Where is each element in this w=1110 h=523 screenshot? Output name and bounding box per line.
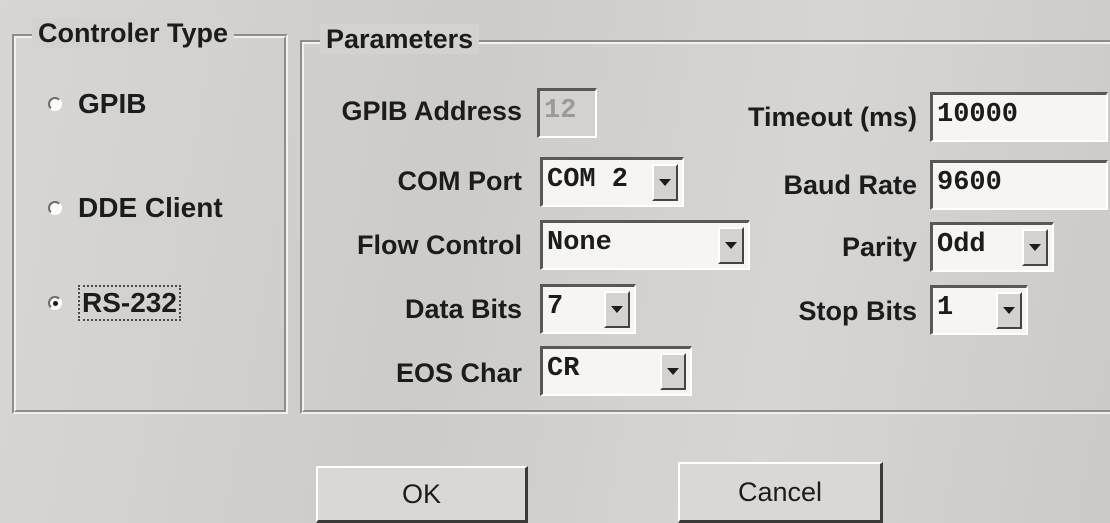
radio-dde-client-label: DDE Client: [78, 192, 223, 223]
cancel-button[interactable]: Cancel: [678, 462, 883, 523]
chevron-down-icon[interactable]: [604, 291, 630, 328]
radio-rs232[interactable]: RS-232: [48, 285, 181, 321]
ok-button[interactable]: OK: [316, 466, 528, 523]
parity-value: Odd: [937, 230, 986, 260]
timeout-label: Timeout (ms): [747, 102, 917, 132]
baud-rate-value: 9600: [937, 168, 1002, 198]
eos-char-value: CR: [547, 354, 580, 384]
stop-bits-value: 1: [937, 293, 954, 323]
com-port-label: COM Port: [397, 166, 523, 196]
radio-gpib[interactable]: GPIB: [48, 88, 146, 120]
timeout-field[interactable]: 10000: [930, 92, 1108, 142]
stop-bits-dropdown[interactable]: 1: [930, 285, 1028, 335]
radio-gpib-label: GPIB: [78, 88, 147, 119]
data-bits-label: Data Bits: [404, 294, 522, 324]
com-port-dropdown[interactable]: COM 2: [540, 157, 684, 207]
flow-control-dropdown[interactable]: None: [540, 220, 750, 270]
radio-icon[interactable]: [48, 201, 62, 215]
flow-control-value: None: [547, 228, 612, 258]
radio-dde-client[interactable]: DDE Client: [48, 192, 223, 224]
parity-dropdown[interactable]: Odd: [930, 222, 1054, 272]
baud-rate-label: Baud Rate: [783, 170, 917, 200]
chevron-down-icon[interactable]: [652, 164, 678, 201]
com-port-value: COM 2: [547, 165, 629, 195]
chevron-down-icon[interactable]: [996, 292, 1022, 329]
eos-char-dropdown[interactable]: CR: [540, 346, 692, 396]
parity-label: Parity: [841, 232, 917, 262]
flow-control-label: Flow Control: [357, 230, 522, 260]
gpib-address-label: GPIB Address: [341, 96, 522, 126]
data-bits-dropdown[interactable]: 7: [540, 284, 636, 334]
eos-char-label: EOS Char: [395, 358, 522, 388]
chevron-down-icon[interactable]: [660, 353, 686, 390]
parameters-legend: Parameters: [320, 24, 480, 54]
chevron-down-icon[interactable]: [718, 227, 744, 264]
radio-checked-icon[interactable]: [48, 296, 62, 310]
gpib-address-field[interactable]: 12: [537, 88, 597, 138]
radio-icon[interactable]: [48, 97, 62, 111]
controller-type-legend: Controler Type: [32, 18, 235, 48]
chevron-down-icon[interactable]: [1022, 229, 1048, 266]
radio-rs232-label: RS-232: [78, 285, 181, 321]
baud-rate-dropdown[interactable]: 9600: [930, 160, 1108, 210]
data-bits-value: 7: [547, 292, 564, 322]
stop-bits-label: Stop Bits: [798, 296, 918, 326]
